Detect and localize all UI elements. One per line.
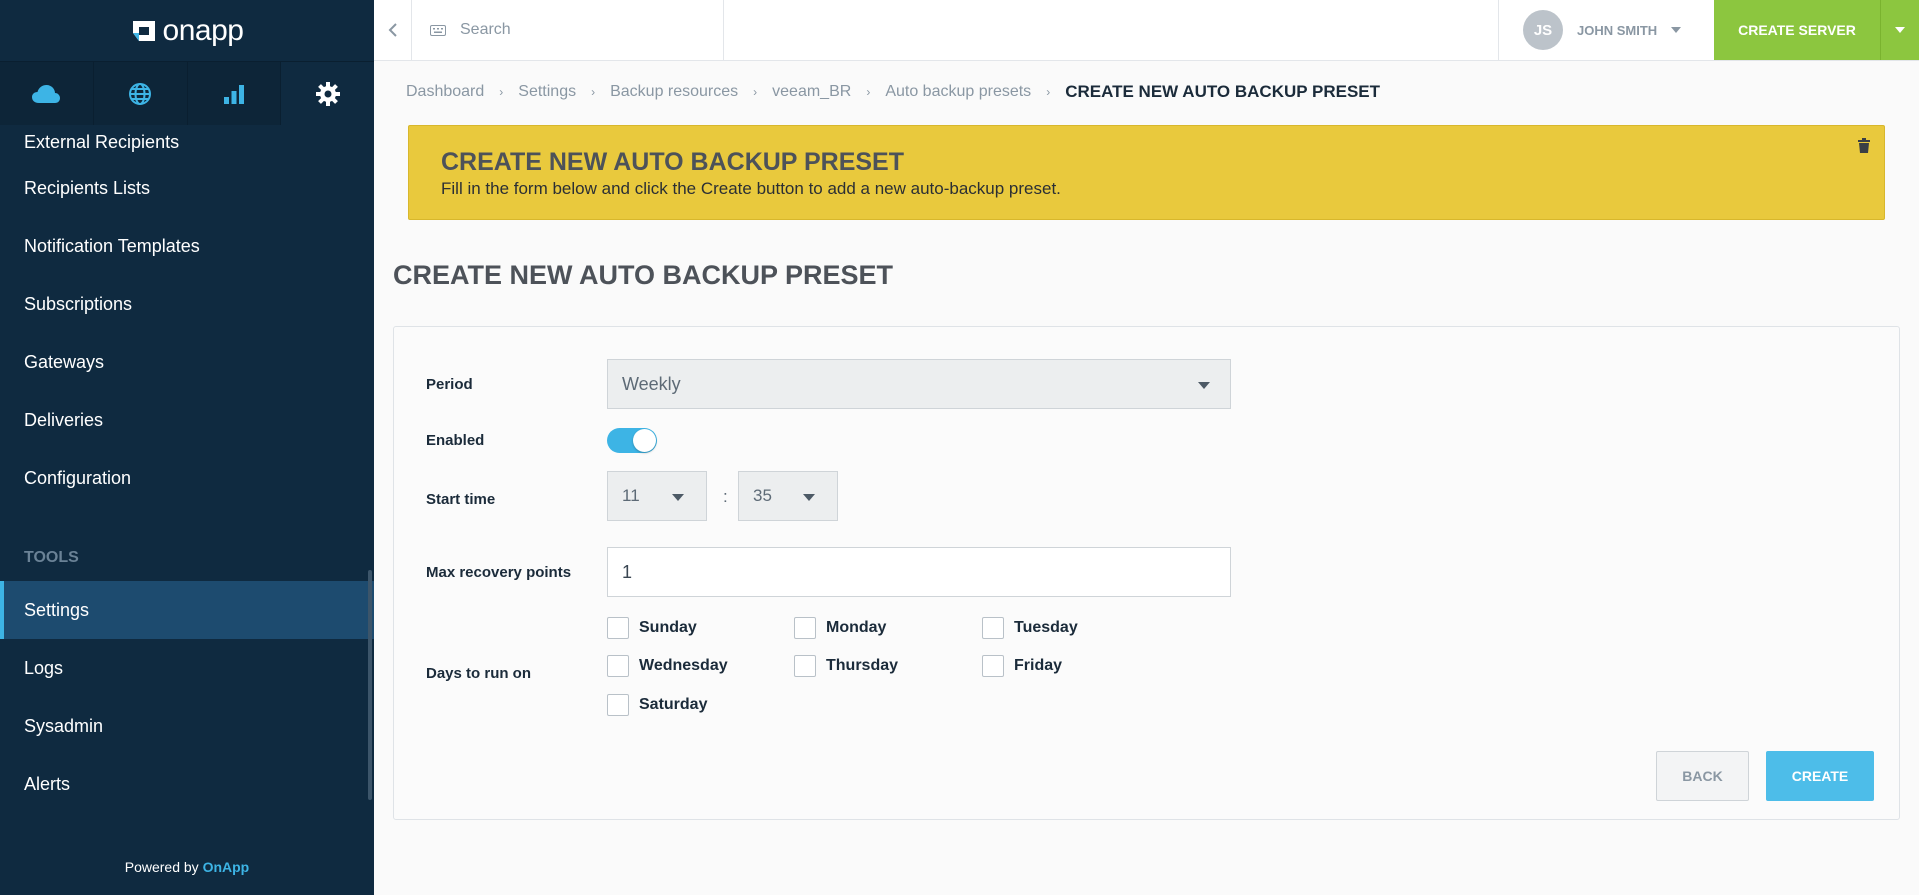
onapp-logo-icon [131, 19, 157, 43]
caret-down-icon [1198, 382, 1210, 389]
page-title: CREATE NEW AUTO BACKUP PRESET [393, 260, 894, 290]
sidebar-menu: External Recipients Recipients Lists Not… [0, 125, 374, 813]
keyboard-icon [430, 24, 446, 36]
start-minute-select[interactable]: 35 [738, 471, 838, 521]
day-thursday[interactable]: Thursday [794, 655, 898, 677]
sidebar-item-sysadmin[interactable]: Sysadmin [0, 697, 374, 755]
day-saturday[interactable]: Saturday [607, 694, 707, 716]
preset-form: Period Weekly Enabled Start time 11 : 35… [393, 326, 1900, 820]
avatar: JS [1523, 10, 1563, 50]
sidebar-item-recipients-lists[interactable]: Recipients Lists [0, 159, 374, 217]
banner-title: CREATE NEW AUTO BACKUP PRESET [441, 148, 905, 176]
user-menu[interactable]: JS JOHN SMITH [1498, 0, 1714, 60]
sidebar-icon-tabs [0, 61, 374, 125]
caret-down-icon [1895, 27, 1905, 33]
sidebar-section-tools: TOOLS [24, 549, 79, 566]
sidebar-item-external-recipients[interactable]: External Recipients [0, 125, 374, 159]
start-time-label: Start time [426, 491, 496, 508]
tab-settings[interactable] [281, 62, 374, 125]
powered-by: Powered by OnApp [124, 859, 250, 875]
sidebar: onapp External Recipients Recipients Lis… [0, 0, 374, 895]
caret-down-icon [1671, 27, 1682, 33]
chevron-right-icon: › [753, 85, 758, 99]
day-wednesday-checkbox[interactable] [607, 655, 629, 677]
onapp-link[interactable]: OnApp [203, 859, 250, 875]
breadcrumb-backup-resources[interactable]: Backup resources [610, 83, 738, 101]
max-recovery-points-label: Max recovery points [426, 564, 572, 581]
chevron-right-icon: › [499, 85, 504, 99]
start-hour-select[interactable]: 11 [607, 471, 707, 521]
chevron-right-icon: › [591, 85, 596, 99]
onapp-logo[interactable]: onapp [0, 0, 374, 61]
cloud-icon [32, 84, 61, 103]
chevron-right-icon: › [1046, 85, 1051, 99]
day-tuesday[interactable]: Tuesday [982, 617, 1078, 639]
top-bar-spacer [724, 0, 1498, 60]
max-recovery-points-value: 1 [622, 561, 633, 582]
sidebar-item-configuration[interactable]: Configuration [0, 449, 374, 507]
sidebar-item-alerts[interactable]: Alerts [0, 755, 374, 813]
gear-icon [315, 81, 340, 106]
search-input[interactable]: Search [412, 0, 724, 60]
breadcrumb-current: CREATE NEW AUTO BACKUP PRESET [1065, 82, 1381, 101]
enabled-toggle[interactable] [607, 428, 657, 453]
day-friday-checkbox[interactable] [982, 655, 1004, 677]
logo-text: onapp [162, 13, 244, 47]
caret-down-icon [672, 494, 684, 501]
banner-text: Fill in the form below and click the Cre… [441, 179, 1061, 198]
sidebar-item-settings[interactable]: Settings [0, 581, 374, 639]
day-sunday-checkbox[interactable] [607, 617, 629, 639]
period-select[interactable]: Weekly [607, 359, 1231, 409]
chevron-left-icon [388, 23, 397, 37]
max-recovery-points-input[interactable]: 1 [607, 547, 1231, 597]
back-button[interactable]: BACK [1656, 751, 1749, 801]
create-server-button[interactable]: CREATE SERVER [1714, 0, 1880, 60]
breadcrumb: Dashboard › Settings › Backup resources … [406, 82, 1380, 102]
period-value: Weekly [622, 373, 681, 394]
sidebar-item-deliveries[interactable]: Deliveries [0, 391, 374, 449]
breadcrumb-dashboard[interactable]: Dashboard [406, 83, 484, 101]
day-saturday-checkbox[interactable] [607, 694, 629, 716]
collapse-sidebar-button[interactable] [374, 0, 412, 60]
breadcrumb-settings[interactable]: Settings [518, 83, 576, 101]
user-name: JOHN SMITH [1577, 22, 1658, 38]
sidebar-item-notification-templates[interactable]: Notification Templates [0, 217, 374, 275]
sidebar-scrollbar[interactable] [368, 570, 372, 800]
sidebar-item-gateways[interactable]: Gateways [0, 333, 374, 391]
start-hour-value: 11 [622, 486, 640, 505]
info-banner: CREATE NEW AUTO BACKUP PRESET Fill in th… [408, 125, 1885, 220]
day-friday[interactable]: Friday [982, 655, 1062, 677]
day-wednesday[interactable]: Wednesday [607, 655, 728, 677]
tab-cloud[interactable] [0, 62, 94, 125]
time-separator: : [723, 487, 728, 506]
caret-down-icon [803, 494, 815, 501]
day-tuesday-checkbox[interactable] [982, 617, 1004, 639]
sidebar-item-subscriptions[interactable]: Subscriptions [0, 275, 374, 333]
trash-icon[interactable] [1858, 138, 1870, 158]
sidebar-item-logs[interactable]: Logs [0, 639, 374, 697]
globe-icon [129, 82, 152, 105]
tab-globe[interactable] [93, 62, 188, 125]
top-bar: Search JS JOHN SMITH CREATE SERVER [374, 0, 1919, 61]
breadcrumb-veeam-br[interactable]: veeam_BR [772, 83, 851, 101]
chevron-right-icon: › [866, 85, 871, 99]
day-sunday[interactable]: Sunday [607, 617, 697, 639]
day-monday[interactable]: Monday [794, 617, 886, 639]
breadcrumb-auto-backup-presets[interactable]: Auto backup presets [885, 83, 1031, 101]
day-thursday-checkbox[interactable] [794, 655, 816, 677]
start-minute-value: 35 [753, 486, 772, 505]
create-button[interactable]: CREATE [1766, 751, 1874, 801]
search-placeholder: Search [460, 21, 511, 38]
create-server-dropdown-button[interactable] [1880, 0, 1919, 60]
period-label: Period [426, 376, 473, 393]
bar-chart-icon [223, 84, 244, 104]
tab-statistics[interactable] [187, 62, 282, 125]
enabled-label: Enabled [426, 432, 485, 449]
toggle-knob [633, 429, 656, 452]
day-monday-checkbox[interactable] [794, 617, 816, 639]
days-to-run-label: Days to run on [426, 665, 532, 682]
